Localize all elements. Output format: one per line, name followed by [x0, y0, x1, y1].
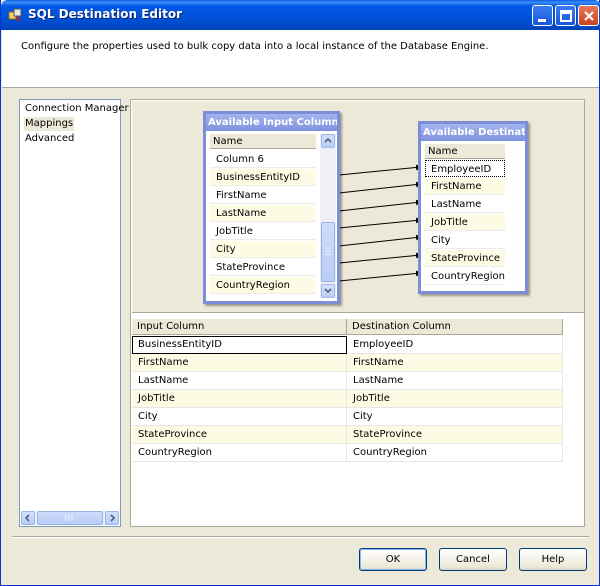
scroll-left-button[interactable] [21, 511, 35, 525]
destination-column-row[interactable]: EmployeeID [425, 160, 505, 177]
grid-row[interactable]: CountryRegion CountryRegion [132, 444, 563, 462]
grid-cell-input[interactable]: City [132, 408, 347, 426]
mapping-line[interactable] [338, 217, 422, 229]
input-column-row[interactable]: JobTitle [210, 223, 316, 240]
input-columns-header: Name [210, 134, 316, 149]
destination-columns-header: Name [425, 144, 505, 159]
mapping-diagram[interactable]: Available Input Columns Name Column 6 Bu… [132, 101, 584, 313]
chevron-up-icon [324, 137, 332, 143]
scroll-up-button[interactable] [321, 134, 335, 148]
input-column-row[interactable]: BusinessEntityID [210, 169, 316, 186]
grid-cell-input[interactable]: BusinessEntityID [132, 336, 347, 354]
nav-horizontal-scrollbar[interactable] [21, 511, 119, 525]
mapping-line[interactable] [338, 199, 422, 212]
destination-column-row[interactable]: JobTitle [425, 214, 505, 231]
mapping-line[interactable] [338, 181, 422, 194]
input-column-row[interactable]: StateProvince [210, 259, 316, 276]
grip-icon [65, 515, 73, 521]
cancel-button[interactable]: Cancel [439, 548, 507, 571]
grid-cell-destination[interactable]: JobTitle [347, 390, 563, 408]
nav-item-connection-manager[interactable]: Connection Manager [24, 102, 130, 116]
header-panel: Configure the properties used to bulk co… [2, 30, 599, 88]
mapping-line[interactable] [338, 164, 422, 176]
input-columns-scrollbar[interactable] [320, 134, 336, 298]
mapping-line[interactable] [338, 234, 422, 247]
ssis-package-icon [7, 7, 23, 23]
close-icon [584, 11, 594, 21]
chevron-left-icon [24, 514, 30, 522]
grid-cell-input[interactable]: CountryRegion [132, 444, 347, 462]
destination-column-row[interactable]: CountryRegion [425, 268, 505, 285]
sql-destination-editor-window: SQL Destination Editor Configure the pro… [0, 0, 600, 586]
input-column-row[interactable]: CountryRegion [210, 277, 316, 294]
help-button[interactable]: Help [519, 548, 587, 571]
maximize-button[interactable] [555, 5, 576, 26]
grid-row[interactable]: LastName LastName [132, 372, 563, 390]
grid-cell-destination[interactable]: StateProvince [347, 426, 563, 444]
scroll-thumb[interactable] [321, 222, 335, 282]
grid-cell-destination[interactable]: LastName [347, 372, 563, 390]
scroll-down-button[interactable] [321, 284, 335, 298]
input-columns-box[interactable]: Available Input Columns Name Column 6 Bu… [203, 111, 340, 304]
header-description: Configure the properties used to bulk co… [21, 41, 489, 52]
title-bar[interactable]: SQL Destination Editor [1, 0, 600, 30]
grid-header: Input Column Destination Column [132, 319, 563, 335]
chevron-down-icon [324, 288, 332, 294]
input-columns-title: Available Input Columns [206, 114, 337, 131]
grid-cell-destination[interactable]: City [347, 408, 563, 426]
grid-cell-input[interactable]: JobTitle [132, 390, 347, 408]
scroll-thumb[interactable] [37, 511, 103, 525]
minimize-icon [538, 19, 546, 22]
nav-item-advanced[interactable]: Advanced [24, 132, 75, 146]
input-column-row[interactable]: FirstName [210, 187, 316, 204]
input-column-row[interactable]: LastName [210, 205, 316, 222]
destination-columns-box[interactable]: Available Destinat... Name EmployeeID Fi… [418, 121, 528, 294]
minimize-button[interactable] [532, 5, 553, 26]
input-column-row[interactable]: Column 6 [210, 151, 316, 168]
window-title: SQL Destination Editor [28, 7, 183, 21]
scroll-right-button[interactable] [105, 511, 119, 525]
mapping-line[interactable] [338, 270, 422, 282]
grid-cell-input[interactable]: LastName [132, 372, 347, 390]
grid-cell-destination[interactable]: CountryRegion [347, 444, 563, 462]
grid-header-destination-column[interactable]: Destination Column [347, 319, 563, 335]
grid-row[interactable]: JobTitle JobTitle [132, 390, 563, 408]
grid-cell-destination[interactable]: FirstName [347, 354, 563, 372]
grip-icon [325, 247, 331, 255]
grid-row[interactable]: FirstName FirstName [132, 354, 563, 372]
input-column-row[interactable]: City [210, 241, 316, 258]
grid-cell-input[interactable]: StateProvince [132, 426, 347, 444]
page-navigation-list[interactable]: Connection Manager Mappings Advanced [19, 99, 129, 527]
destination-column-row[interactable]: LastName [425, 196, 505, 213]
grid-cell-input[interactable]: FirstName [132, 354, 347, 372]
close-button[interactable] [578, 5, 599, 26]
destination-column-row[interactable]: StateProvince [425, 250, 505, 267]
ok-button[interactable]: OK [359, 548, 427, 571]
footer-divider [12, 536, 589, 538]
nav-item-mappings[interactable]: Mappings [24, 117, 75, 131]
destination-column-row[interactable]: FirstName [425, 178, 505, 195]
destination-column-row[interactable]: City [425, 232, 505, 249]
grid-row[interactable]: BusinessEntityID EmployeeID [132, 336, 563, 354]
mapping-line[interactable] [338, 252, 422, 264]
grid-cell-destination[interactable]: EmployeeID [347, 336, 563, 354]
destination-columns-title: Available Destinat... [421, 124, 525, 141]
chevron-right-icon [110, 514, 116, 522]
grid-header-input-column[interactable]: Input Column [132, 319, 347, 335]
maximize-icon [560, 10, 572, 22]
grid-row[interactable]: City City [132, 408, 563, 426]
mappings-page: Available Input Columns Name Column 6 Bu… [130, 99, 585, 527]
grid-row[interactable]: StateProvince StateProvince [132, 426, 563, 444]
